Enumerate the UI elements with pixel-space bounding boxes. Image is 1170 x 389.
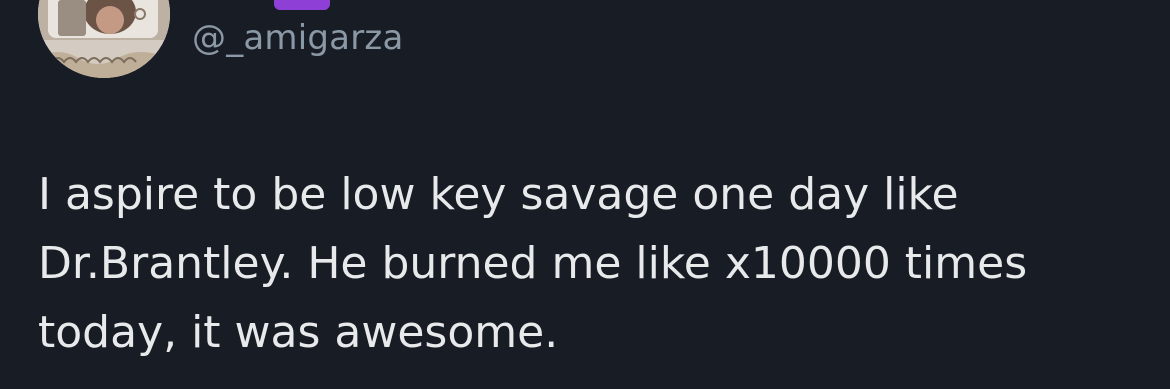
avatar[interactable]	[38, 0, 170, 78]
tweet-text: I aspire to be low key savage one day li…	[38, 169, 1028, 358]
user-handle[interactable]: @_amigarza	[192, 18, 403, 58]
tweet-card: @_amigarza I aspire to be low key savage…	[0, 0, 1170, 389]
avatar-photo-icon	[38, 0, 170, 78]
purple-badge-icon	[274, 0, 330, 10]
